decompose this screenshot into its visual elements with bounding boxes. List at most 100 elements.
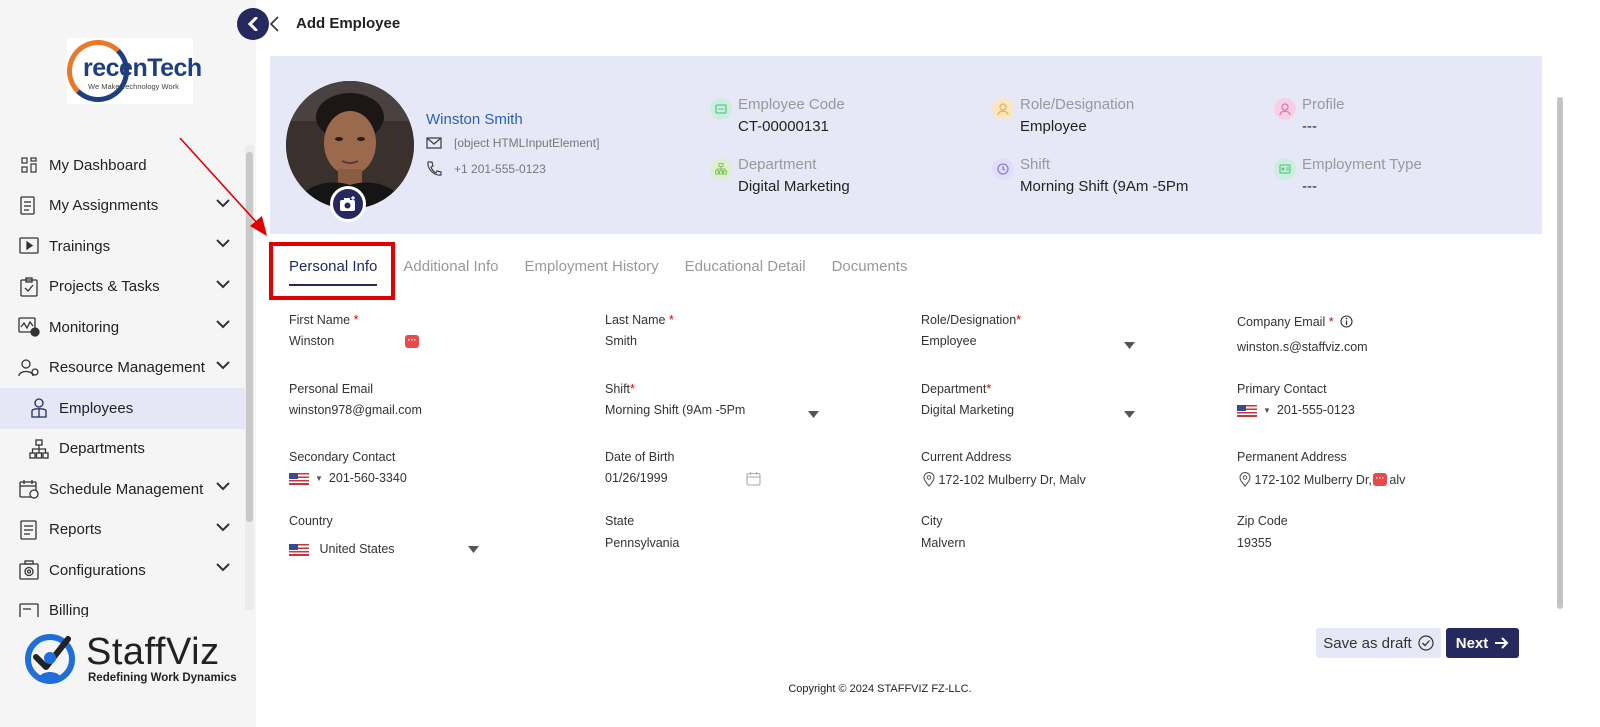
info-icon[interactable]	[1340, 315, 1353, 328]
country-select[interactable]: United States	[289, 542, 395, 556]
zip-input[interactable]: 19355	[1237, 536, 1272, 550]
dob-input[interactable]: 01/26/1999	[605, 471, 668, 485]
password-manager-icon[interactable]: ···	[405, 335, 419, 348]
sidebar-item-billing[interactable]: Billing	[0, 591, 248, 617]
chevron-down-icon[interactable]	[216, 482, 230, 491]
field-last-name[interactable]: Last Name * Smith	[605, 313, 895, 363]
password-manager-icon[interactable]: ···	[1373, 473, 1387, 486]
save-as-draft-button[interactable]: Save as draft	[1316, 628, 1441, 658]
state-input[interactable]: Pennsylvania	[605, 536, 679, 550]
location-pin-icon	[923, 472, 935, 487]
zip-label: Zip Code	[1237, 514, 1288, 528]
country-code-caret-icon[interactable]: ▼	[315, 474, 323, 483]
back-arrow-icon[interactable]	[269, 16, 281, 32]
us-flag-icon[interactable]	[1237, 404, 1257, 417]
schedule-icon	[18, 478, 40, 500]
chevron-down-icon[interactable]	[216, 279, 230, 289]
dropdown-caret-icon[interactable]	[808, 411, 819, 418]
location-pin-icon	[1239, 472, 1251, 487]
current-address-input[interactable]: 172-102 Mulberry Dr, Malv	[923, 472, 1086, 487]
dob-label: Date of Birth	[605, 450, 675, 464]
dropdown-caret-icon[interactable]	[1124, 411, 1135, 418]
reports-icon	[18, 519, 40, 541]
current-address-value: 172-102 Mulberry Dr, Malv	[938, 473, 1086, 487]
field-shift[interactable]: Shift* Morning Shift (9Am -5Pm	[605, 382, 895, 432]
company-email-input[interactable]: winston.s@staffviz.com	[1237, 340, 1368, 354]
sidebar-item-label: Reports	[49, 521, 102, 539]
personal-email-input[interactable]: winston978@gmail.com	[289, 403, 422, 417]
secondary-contact-input[interactable]: ▼ 201-560-3340	[289, 471, 407, 485]
sidebar-item-label: Departments	[59, 440, 145, 458]
field-company-email[interactable]: Company Email * winston.s@staffviz.com	[1237, 315, 1527, 365]
stat-label: Department	[738, 156, 817, 173]
department-icon	[710, 158, 732, 180]
clock-icon	[992, 158, 1014, 180]
role-select[interactable]: Employee	[921, 334, 977, 348]
field-secondary-contact[interactable]: Secondary Contact ▼ 201-560-3340	[289, 450, 579, 500]
calendar-icon[interactable]	[746, 471, 761, 486]
dropdown-caret-icon[interactable]	[468, 546, 479, 553]
employee-phone: +1 201-555-0123	[454, 162, 546, 176]
tab-employment-history[interactable]: Employment History	[524, 258, 658, 286]
tab-documents[interactable]: Documents	[832, 258, 908, 286]
field-permanent-address[interactable]: Permanent Address 172-102 Mulberry Dr, a…	[1237, 450, 1527, 500]
primary-contact-number: 201-555-0123	[1276, 403, 1355, 417]
tab-additional-info[interactable]: Additional Info	[403, 258, 498, 286]
last-name-input[interactable]: Smith	[605, 334, 637, 348]
page-scrollbar[interactable]	[1557, 97, 1563, 609]
department-select[interactable]: Digital Marketing	[921, 403, 1014, 417]
sidebar-item-configurations[interactable]: Configurations	[0, 550, 248, 591]
stat-value: ---	[1302, 178, 1317, 195]
field-first-name[interactable]: First Name * Winston ···	[289, 313, 579, 363]
field-current-address[interactable]: Current Address 172-102 Mulberry Dr, Mal…	[921, 450, 1211, 500]
stat-label: Profile	[1302, 96, 1345, 113]
sidebar-item-label: My Assignments	[49, 197, 159, 215]
tab-educational-detail[interactable]: Educational Detail	[685, 258, 806, 286]
monitoring-icon	[18, 316, 40, 338]
staffviz-wordmark: StaffViz	[86, 631, 220, 673]
badge-icon	[1274, 158, 1296, 180]
projects-icon	[18, 276, 40, 298]
first-name-input[interactable]: Winston	[289, 334, 334, 348]
field-department[interactable]: Department* Digital Marketing	[921, 382, 1211, 432]
employee-name[interactable]: Winston Smith	[426, 111, 523, 128]
chevron-down-icon[interactable]	[216, 563, 230, 572]
field-date-of-birth[interactable]: Date of Birth 01/26/1999	[605, 450, 895, 500]
stat-value: Digital Marketing	[738, 178, 850, 195]
footer-copyright: Copyright © 2024 STAFFVIZ FZ-LLC.	[788, 683, 972, 695]
employees-icon	[28, 397, 50, 419]
chevron-down-icon[interactable]	[216, 320, 230, 329]
sidebar-collapse-button[interactable]	[237, 8, 269, 40]
assignments-icon	[18, 195, 40, 217]
field-personal-email[interactable]: Personal Email winston978@gmail.com	[289, 382, 579, 432]
current-address-label: Current Address	[921, 450, 1012, 464]
primary-contact-input[interactable]: ▼ 201-555-0123	[1237, 403, 1355, 417]
shift-label: Shift	[605, 382, 631, 396]
field-zip-code[interactable]: Zip Code 19355	[1237, 514, 1527, 564]
city-input[interactable]: Malvern	[921, 536, 965, 550]
sidebar-item-monitoring[interactable]: Monitoring	[0, 307, 248, 348]
us-flag-icon[interactable]	[289, 472, 309, 485]
chevron-down-icon[interactable]	[216, 360, 230, 370]
country-code-caret-icon[interactable]: ▼	[1263, 406, 1271, 415]
sidebar-item-projects-tasks[interactable]: Projects & Tasks	[0, 267, 248, 308]
sidebar-item-resource-management[interactable]: Resource Management	[0, 348, 248, 389]
sidebar-item-employees[interactable]: Employees	[0, 388, 248, 429]
chevron-down-icon[interactable]	[216, 522, 230, 532]
sidebar-item-reports[interactable]: Reports	[0, 510, 248, 551]
field-state[interactable]: State Pennsylvania	[605, 514, 895, 564]
dropdown-caret-icon[interactable]	[1124, 342, 1135, 349]
sidebar-item-departments[interactable]: Departments	[0, 429, 248, 470]
field-country[interactable]: Country United States	[289, 514, 579, 564]
field-city[interactable]: City Malvern	[921, 514, 1211, 564]
id-card-icon	[710, 98, 732, 120]
check-circle-icon	[1418, 635, 1434, 651]
field-role[interactable]: Role/Designation* Employee	[921, 313, 1211, 363]
camera-upload-button[interactable]	[330, 186, 366, 222]
field-primary-contact[interactable]: Primary Contact ▼ 201-555-0123	[1237, 382, 1527, 432]
next-button[interactable]: Next	[1446, 628, 1519, 658]
last-name-label: Last Name	[605, 313, 666, 327]
sidebar-item-schedule-management[interactable]: Schedule Management	[0, 469, 248, 510]
shift-select[interactable]: Morning Shift (9Am -5Pm	[605, 403, 745, 417]
company-email-label: Company Email	[1237, 315, 1326, 329]
